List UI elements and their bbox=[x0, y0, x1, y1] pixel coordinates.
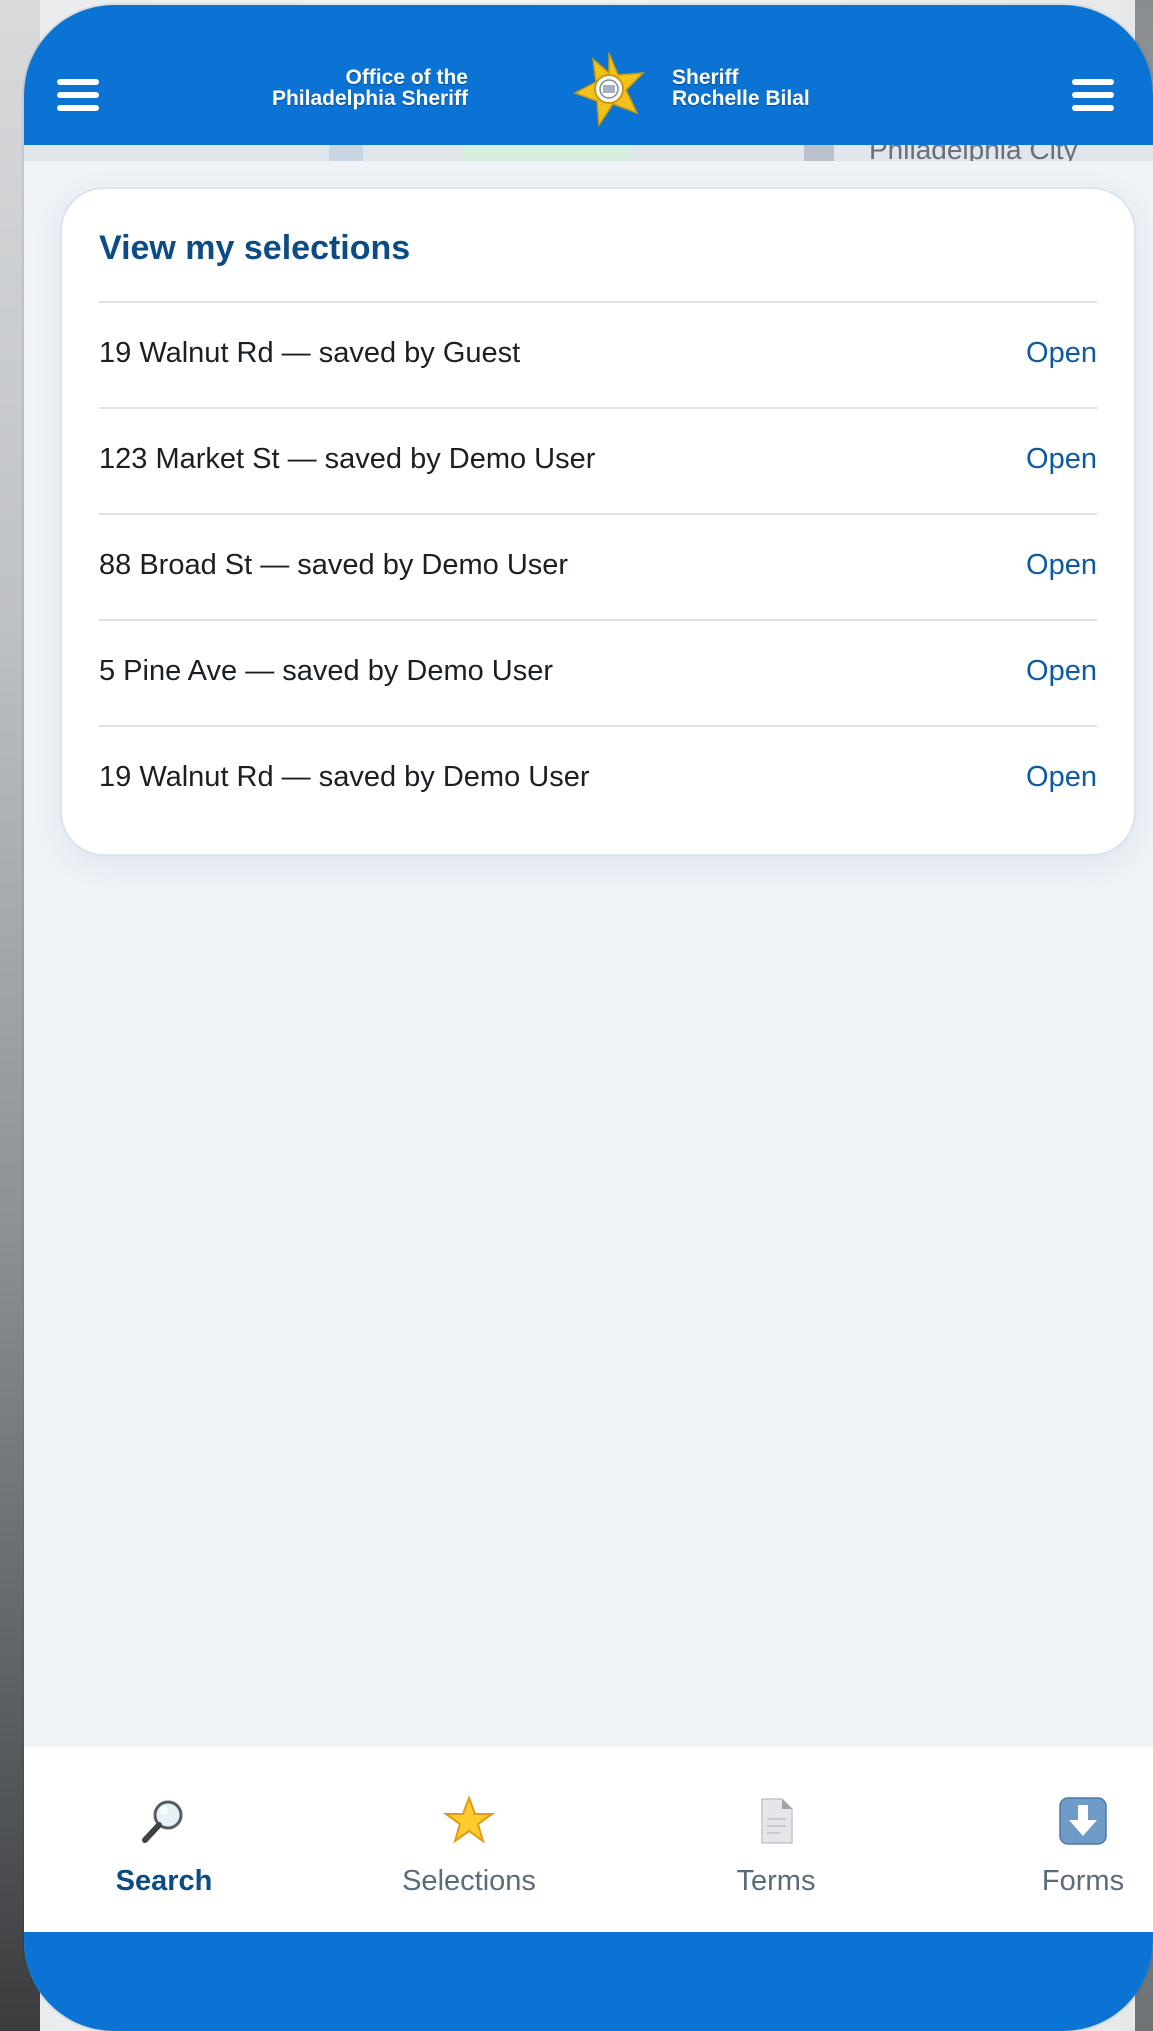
selections-title: View my selections bbox=[99, 229, 411, 267]
selection-row: 5 Pine Ave — saved by Demo User Open bbox=[99, 619, 1097, 725]
document-icon bbox=[761, 1798, 793, 1844]
app-header: Office of the Philadelphia Sheriff Sheri… bbox=[24, 5, 1153, 145]
selection-label: 88 Broad St — saved by Demo User bbox=[99, 549, 569, 581]
selection-row: 19 Walnut Rd — saved by Guest Open bbox=[99, 301, 1097, 407]
phone-screen: Office of the Philadelphia Sheriff Sheri… bbox=[24, 5, 1153, 2031]
bottom-blue-bar bbox=[24, 1932, 1153, 2031]
brand-right-line1: Sheriff bbox=[672, 66, 739, 89]
open-link[interactable]: Open bbox=[1026, 761, 1097, 794]
open-link[interactable]: Open bbox=[1026, 443, 1097, 476]
brand-left-line1: Office of the bbox=[345, 66, 468, 89]
selection-label: 19 Walnut Rd — saved by Guest bbox=[99, 337, 521, 369]
brand-sheriff-text: Sheriff Rochelle Bilal bbox=[672, 67, 810, 109]
selection-row: 88 Broad St — saved by Demo User Open bbox=[99, 513, 1097, 619]
selection-row: 123 Market St — saved by Demo User Open bbox=[99, 407, 1097, 513]
selections-list: 19 Walnut Rd — saved by Guest Open 123 M… bbox=[99, 301, 1097, 831]
tab-terms-label: Terms bbox=[736, 1865, 816, 1897]
sheriff-star-icon bbox=[573, 52, 645, 127]
open-link[interactable]: Open bbox=[1026, 337, 1097, 370]
menu-left-icon[interactable] bbox=[57, 79, 99, 113]
tab-terms[interactable]: Terms bbox=[666, 1747, 886, 1932]
open-link[interactable]: Open bbox=[1026, 655, 1097, 688]
map-preview-strip: Philadelphia City bbox=[24, 145, 1153, 161]
map-park bbox=[462, 145, 632, 161]
tab-search-label: Search bbox=[115, 1865, 213, 1897]
tab-search[interactable]: Search bbox=[54, 1747, 274, 1932]
map-marker bbox=[804, 145, 834, 161]
tab-forms-label: Forms bbox=[1041, 1865, 1125, 1897]
selection-row: 19 Walnut Rd — saved by Demo User Open bbox=[99, 725, 1097, 831]
star-icon bbox=[443, 1795, 495, 1844]
selections-card: View my selections 19 Walnut Rd — saved … bbox=[60, 187, 1136, 856]
download-icon bbox=[1059, 1797, 1107, 1845]
magnifier-icon bbox=[142, 1800, 183, 1843]
tab-selections[interactable]: Selections bbox=[359, 1747, 579, 1932]
map-block bbox=[329, 145, 363, 161]
selection-label: 123 Market St — saved by Demo User bbox=[99, 443, 596, 475]
tab-selections-label: Selections bbox=[402, 1865, 536, 1897]
selection-label: 5 Pine Ave — saved by Demo User bbox=[99, 655, 554, 687]
brand-left-line2: Philadelphia Sheriff bbox=[271, 87, 468, 110]
brand-office-text: Office of the Philadelphia Sheriff bbox=[272, 67, 468, 109]
open-link[interactable]: Open bbox=[1026, 549, 1097, 582]
bottom-tab-bar: Search Selections Terms Forms bbox=[24, 1747, 1153, 1932]
menu-right-icon[interactable] bbox=[1072, 79, 1114, 113]
tab-forms[interactable]: Forms bbox=[973, 1747, 1153, 1932]
brand-right-line2: Rochelle Bilal bbox=[672, 87, 810, 110]
map-label: Philadelphia City bbox=[869, 145, 1078, 161]
selection-label: 19 Walnut Rd — saved by Demo User bbox=[99, 761, 590, 793]
